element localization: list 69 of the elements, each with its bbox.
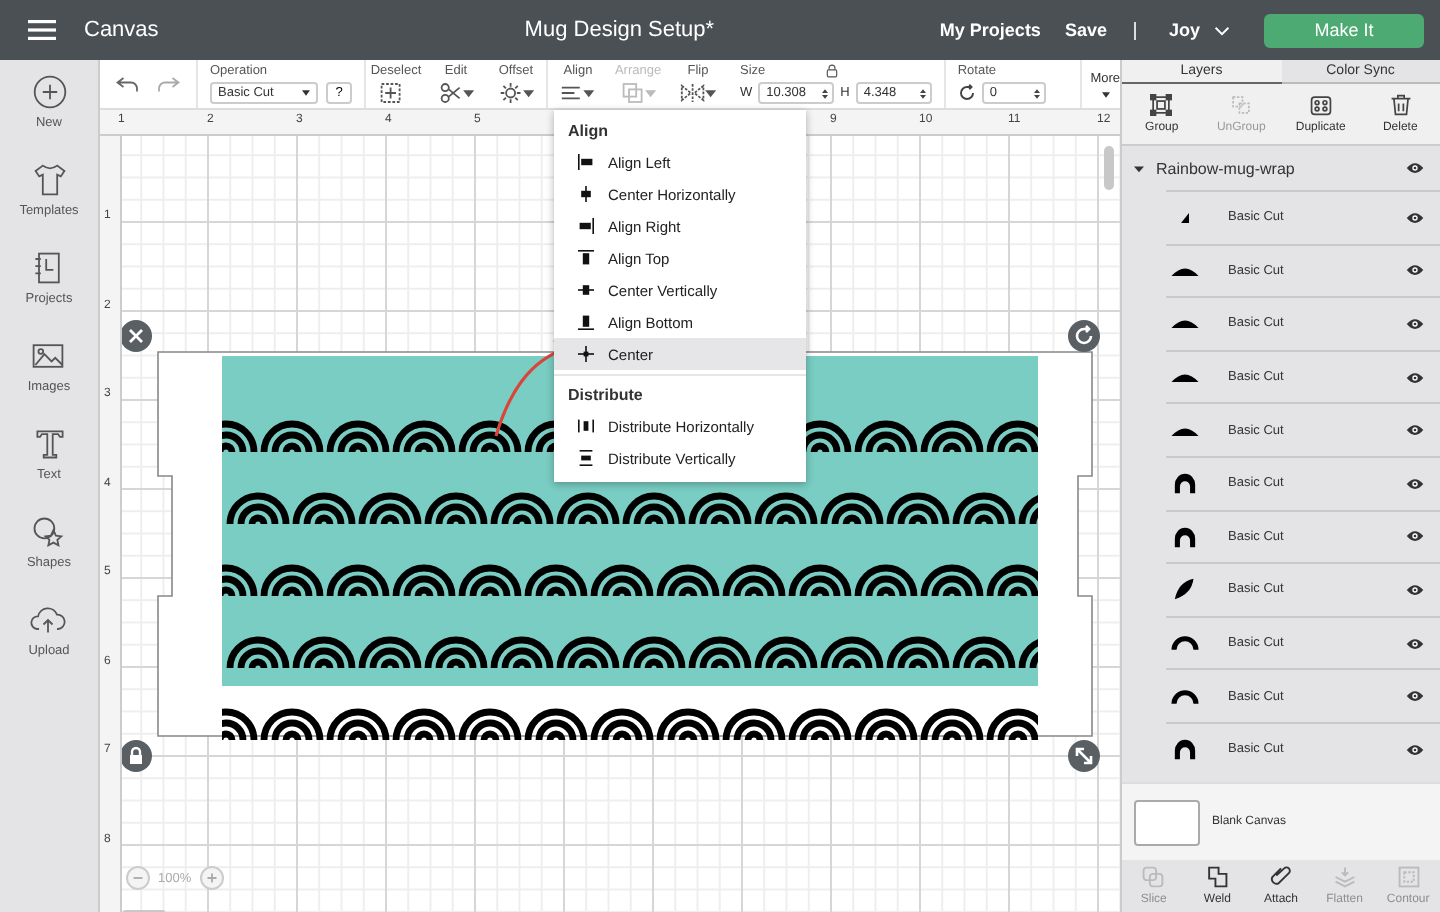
caret-icon[interactable] (1101, 91, 1110, 97)
group-name[interactable]: Rainbow-mug-wrap (1156, 159, 1406, 177)
layer-thumbnail (1170, 738, 1200, 761)
shapes-icon[interactable] (30, 514, 67, 550)
weld-icon[interactable] (1206, 866, 1229, 888)
eye-icon[interactable] (1406, 477, 1424, 490)
spinner-icon[interactable] (919, 87, 926, 99)
align-icon (578, 314, 594, 330)
align-icon (578, 346, 594, 362)
trash-icon[interactable] (1389, 94, 1412, 116)
paperclip-icon[interactable] (1269, 866, 1292, 888)
menu-heading: Align (566, 120, 610, 144)
offset-icon[interactable] (498, 82, 534, 104)
text-icon[interactable] (31, 426, 67, 462)
eye-icon[interactable] (1406, 583, 1424, 596)
eye-icon[interactable] (1406, 371, 1424, 384)
image-icon[interactable] (30, 338, 67, 374)
user-name[interactable]: Joy (1168, 20, 1200, 40)
vertical-scrollbar[interactable] (1104, 146, 1114, 190)
eye-icon[interactable] (1406, 162, 1424, 174)
align-icon (578, 154, 594, 170)
spinner-icon[interactable] (822, 87, 829, 99)
section-label: Canvas (84, 18, 159, 42)
rotate-handle-icon[interactable] (1068, 320, 1100, 352)
minus-icon (132, 872, 144, 884)
close-icon[interactable] (122, 320, 152, 352)
align-icon (578, 250, 594, 266)
project-title: Mug Design Setup* (524, 18, 715, 42)
align-icon (578, 218, 594, 234)
undo-icon[interactable] (116, 74, 140, 94)
new-icon[interactable] (31, 74, 67, 110)
eye-icon[interactable] (1406, 424, 1424, 437)
rotate-icon (957, 84, 976, 102)
eye-icon[interactable] (1406, 530, 1424, 543)
lock-handle-icon[interactable] (122, 740, 152, 772)
resize-handle-icon[interactable] (1068, 740, 1100, 772)
menu-heading: Distribute (566, 384, 645, 408)
edit-icon[interactable] (438, 82, 474, 104)
eye-icon[interactable] (1406, 211, 1424, 224)
align-icon (578, 186, 594, 202)
top-link[interactable]: My Projects (939, 20, 1041, 40)
canvas-swatch[interactable] (1134, 799, 1200, 845)
align-icon (578, 282, 594, 298)
menu-icon[interactable] (28, 20, 56, 40)
layer-thumbnail (1170, 685, 1200, 708)
top-link[interactable]: Save (1064, 20, 1107, 40)
chevron-down-icon[interactable] (1214, 25, 1230, 35)
plus-icon (205, 872, 218, 884)
layer-thumbnail (1170, 632, 1200, 655)
eye-icon[interactable] (1406, 264, 1424, 277)
group-icon[interactable] (1150, 94, 1173, 116)
eye-icon[interactable] (1406, 637, 1424, 650)
layer-thumbnail (1180, 211, 1190, 224)
layer-thumbnail (1170, 525, 1200, 548)
spinner-icon[interactable] (1033, 87, 1040, 99)
caret-icon[interactable] (302, 90, 310, 96)
flip-icon[interactable] (680, 82, 716, 104)
layer-thumbnail (1170, 472, 1200, 495)
expand-caret-icon[interactable] (1134, 163, 1144, 173)
align-icon (578, 450, 594, 466)
eye-icon[interactable] (1406, 317, 1424, 330)
align-icon[interactable] (560, 82, 596, 104)
eye-icon[interactable] (1406, 690, 1424, 703)
eye-icon[interactable] (1406, 743, 1424, 756)
duplicate-icon[interactable] (1309, 94, 1332, 116)
upload-icon[interactable] (30, 602, 67, 638)
lock-icon[interactable] (825, 64, 838, 78)
shirt-icon[interactable] (31, 162, 67, 198)
align-icon (578, 418, 594, 434)
